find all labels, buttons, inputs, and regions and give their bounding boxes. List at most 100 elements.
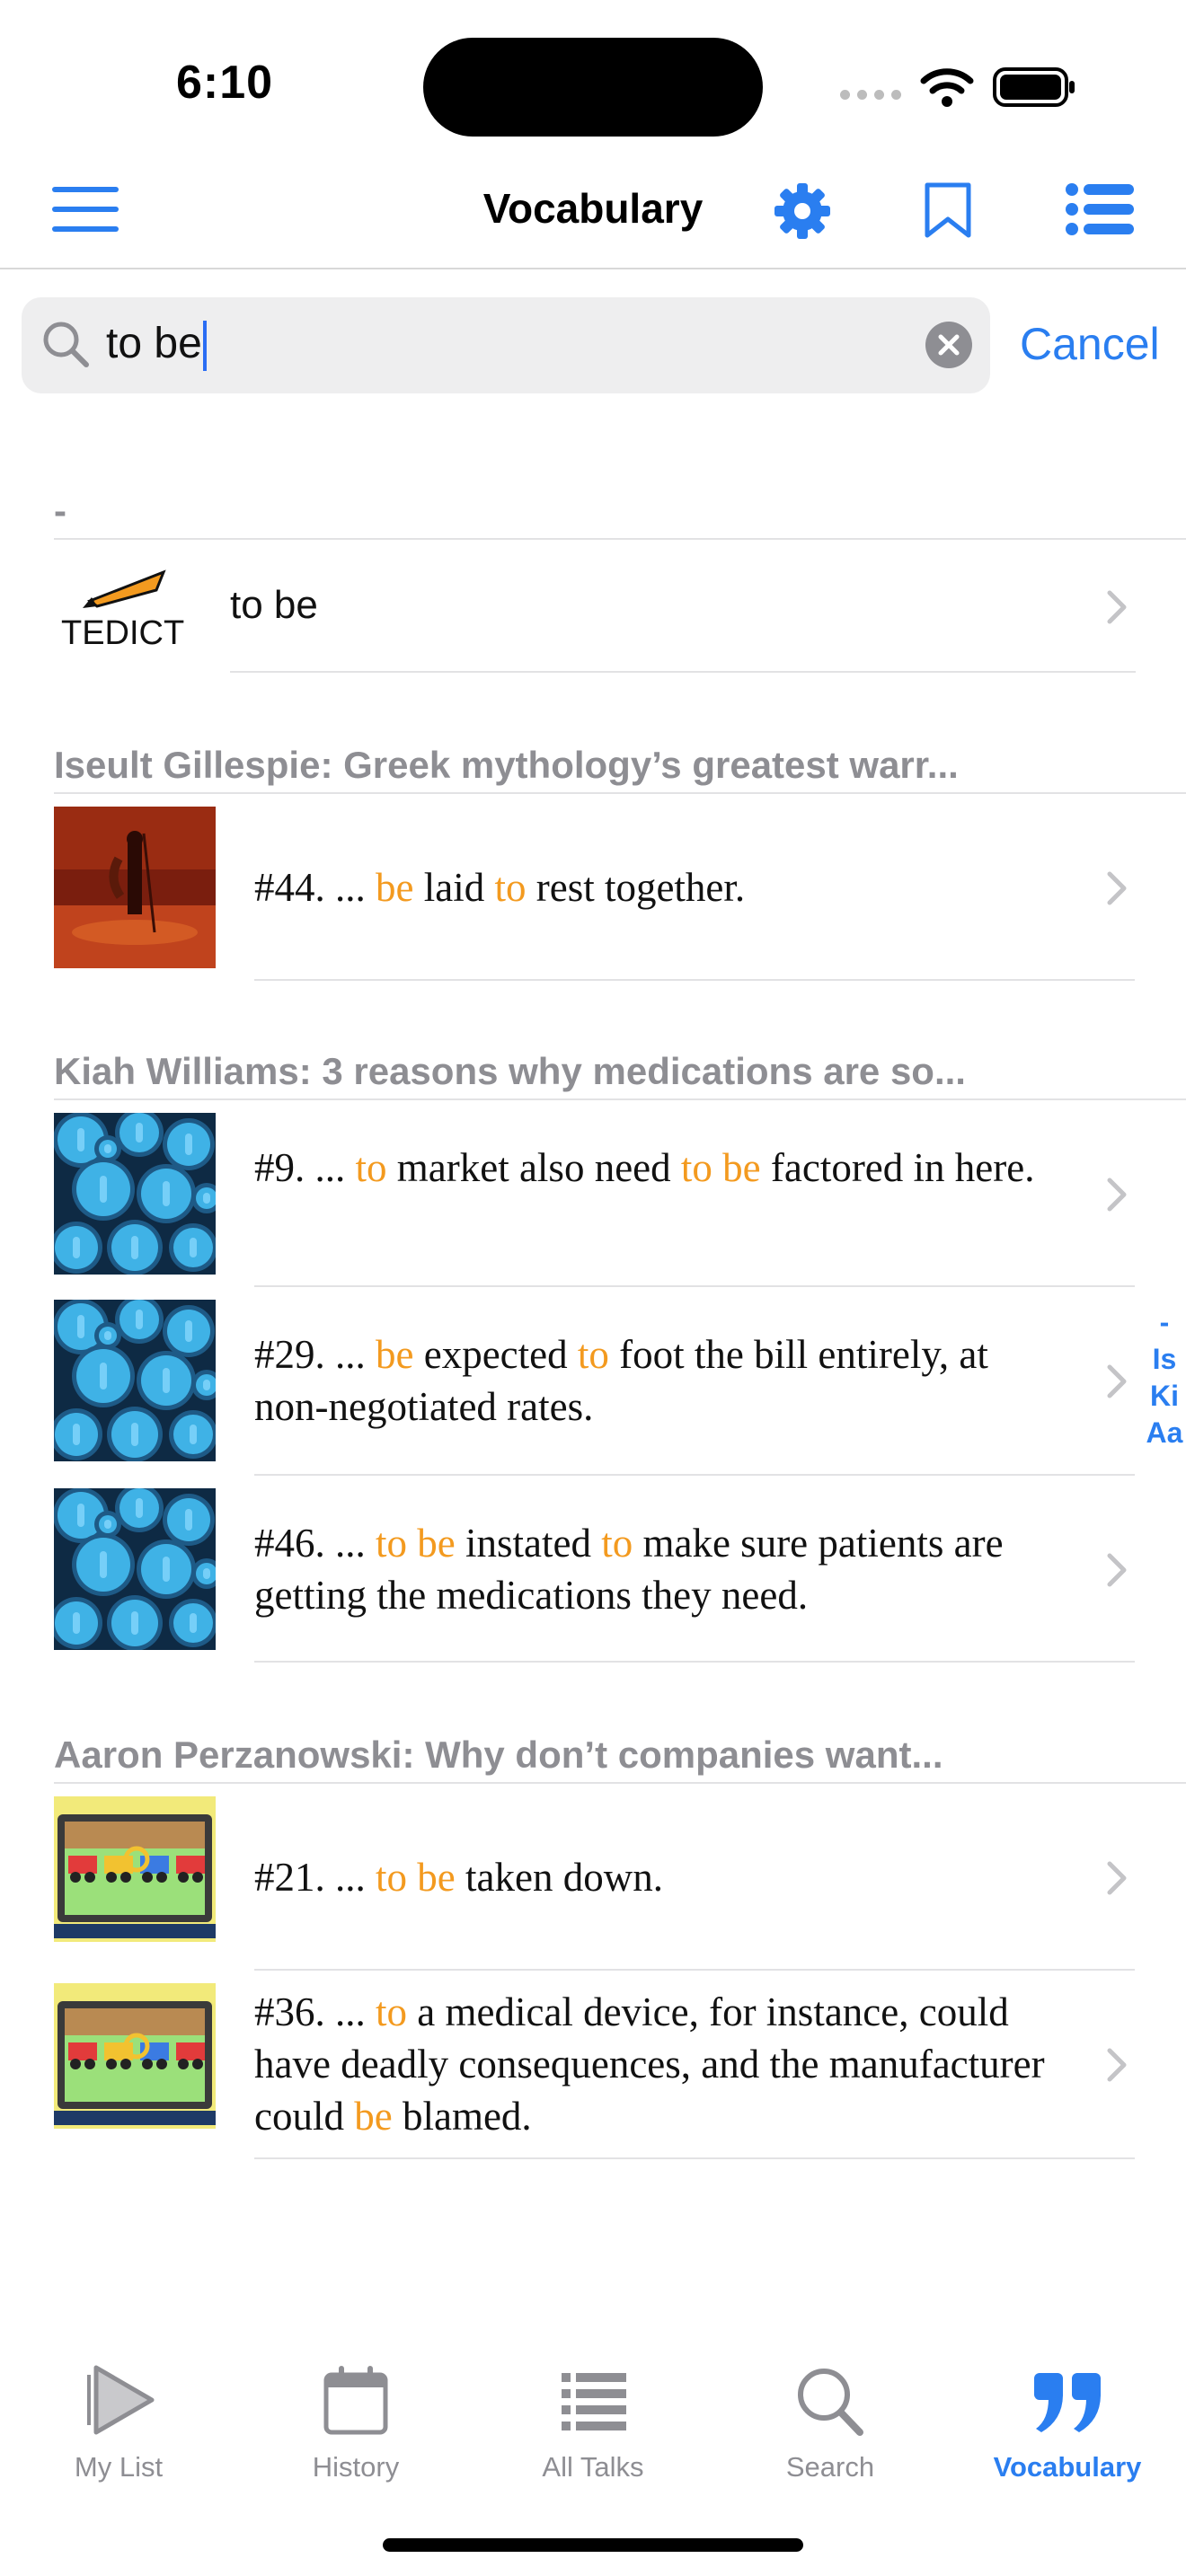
row-divider — [254, 979, 1135, 981]
sentence-text: #44. ... be laid to rest together. — [254, 865, 746, 910]
sentence-row[interactable]: #21. ... to be taken down. — [0, 1784, 1186, 1971]
sentence-row[interactable]: #44. ... be laid to rest together. — [0, 794, 1186, 981]
sentence-text: #29. ... be expected to foot the bill en… — [254, 1332, 988, 1429]
highlighted-term: be — [417, 1521, 456, 1566]
highlighted-term: to — [680, 1145, 712, 1190]
talk-thumbnail — [54, 1300, 216, 1461]
list-icon — [1066, 183, 1134, 235]
bookmark-icon — [925, 182, 971, 238]
talk-thumbnail — [54, 807, 216, 968]
search-icon — [43, 322, 89, 367]
chevron-right-icon — [1107, 590, 1127, 624]
talk-thumbnail — [54, 1113, 216, 1275]
sentence-row[interactable]: #29. ... be expected to foot the bill en… — [0, 1287, 1186, 1474]
sentence-fragment: ... — [335, 1332, 376, 1377]
chevron-right-icon — [1107, 1861, 1127, 1895]
sentence-fragment — [407, 1855, 417, 1900]
sentence-text: #21. ... to be taken down. — [254, 1855, 663, 1900]
sentence-row[interactable]: #46. ... to be instated to make sure pat… — [0, 1476, 1186, 1663]
highlighted-term: to — [376, 1855, 408, 1900]
section-header: Aaron Perzanowski: Why don’t companies w… — [54, 1734, 943, 1776]
tedict-logo-text: TEDICT — [61, 614, 184, 652]
search-input[interactable]: to be — [106, 319, 207, 372]
tab-label: Search — [785, 2451, 875, 2483]
highlighted-term: to — [577, 1332, 609, 1377]
calendar-icon — [323, 2366, 388, 2435]
row-divider — [254, 1661, 1135, 1663]
index-item[interactable]: Ki — [1145, 1378, 1184, 1415]
chevron-right-icon — [1107, 1553, 1127, 1587]
sentence-fragment: ... — [335, 865, 376, 910]
tab-search[interactable]: Search — [712, 2362, 949, 2483]
tab-my-list[interactable]: My List — [0, 2362, 237, 2483]
tab-label: All Talks — [542, 2451, 644, 2483]
cancel-button[interactable]: Cancel — [1020, 318, 1160, 370]
index-item[interactable]: - — [1145, 1304, 1184, 1341]
tedict-logo: TEDICT — [61, 569, 184, 652]
sentence-row[interactable]: #9. ... to market also need to be factor… — [0, 1100, 1186, 1287]
tab-history[interactable]: History — [237, 2362, 474, 2483]
highlighted-term: be — [722, 1145, 761, 1190]
cellular-signal-icon — [840, 90, 901, 100]
dynamic-island — [423, 38, 763, 137]
sentence-fragment: expected — [413, 1332, 578, 1377]
chevron-right-icon — [1107, 1364, 1127, 1398]
highlighted-term: to — [494, 865, 527, 910]
tab-vocabulary[interactable]: Vocabulary — [949, 2362, 1186, 2483]
bookmark-button[interactable] — [920, 178, 976, 243]
chevron-right-icon — [1107, 2048, 1127, 2082]
sentence-fragment: rest together. — [526, 865, 746, 910]
section-index-bar[interactable]: - Is Ki Aa — [1145, 1304, 1184, 1451]
section-header: Iseult Gillespie: Greek mythology’s grea… — [54, 744, 959, 786]
home-indicator — [383, 2538, 803, 2552]
index-item[interactable]: Aa — [1145, 1415, 1184, 1451]
chevron-right-icon — [1107, 871, 1127, 905]
index-item[interactable]: Is — [1145, 1341, 1184, 1378]
talk-thumbnail — [54, 1488, 216, 1650]
sentence-row[interactable]: #36. ... to a medical device, for instan… — [0, 1971, 1186, 2157]
highlighted-term: be — [417, 1855, 456, 1900]
highlighted-term: to — [376, 1989, 408, 2034]
sentence-fragment: taken down. — [455, 1855, 663, 1900]
tab-all-talks[interactable]: All Talks — [474, 2362, 712, 2483]
sentence-fragment: ... — [335, 1989, 376, 2034]
talk-thumbnail — [54, 1983, 216, 2145]
sentence-fragment: ... — [335, 1855, 376, 1900]
tab-label: Vocabulary — [993, 2451, 1142, 2483]
list-icon — [562, 2373, 626, 2430]
highlighted-term: be — [376, 865, 414, 910]
sentence-text: #36. ... to a medical device, for instan… — [254, 1989, 1045, 2139]
sentence-fragment: ... — [314, 1145, 356, 1190]
highlighted-term: to — [601, 1521, 633, 1566]
search-icon — [798, 2369, 863, 2436]
sentence-fragment: factored in here. — [760, 1145, 1035, 1190]
section-header: Kiah Williams: 3 reasons why medications… — [54, 1050, 966, 1092]
sentence-fragment — [407, 1521, 417, 1566]
sentence-fragment: blamed. — [392, 2094, 532, 2139]
sentence-fragment: market also need — [386, 1145, 681, 1190]
dictionary-row[interactable]: TEDICT to be — [0, 540, 1186, 673]
text-cursor — [202, 321, 207, 372]
dictionary-term: to be — [230, 583, 318, 627]
nav-divider — [0, 268, 1186, 269]
section-header: - — [54, 490, 66, 532]
sentence-fragment: laid — [413, 865, 495, 910]
wifi-icon — [920, 68, 974, 107]
clear-search-icon[interactable] — [925, 322, 972, 368]
page-title: Vocabulary — [482, 185, 704, 232]
settings-button[interactable] — [768, 180, 836, 243]
highlighted-term: to — [376, 1521, 408, 1566]
sentence-text: #9. ... to market also need to be factor… — [254, 1145, 1035, 1190]
highlighted-term: be — [376, 1332, 414, 1377]
sentence-fragment — [712, 1145, 722, 1190]
status-time: 6:10 — [176, 57, 274, 109]
quote-icon — [1034, 2373, 1101, 2432]
list-view-button[interactable] — [1064, 180, 1136, 239]
search-input-value: to be — [106, 320, 202, 367]
highlighted-term: to — [355, 1145, 387, 1190]
highlighted-term: be — [354, 2094, 393, 2139]
talk-thumbnail — [54, 1796, 216, 1958]
tab-label: History — [312, 2451, 400, 2483]
sentence-fragment: instated — [455, 1521, 602, 1566]
battery-icon — [993, 67, 1075, 107]
